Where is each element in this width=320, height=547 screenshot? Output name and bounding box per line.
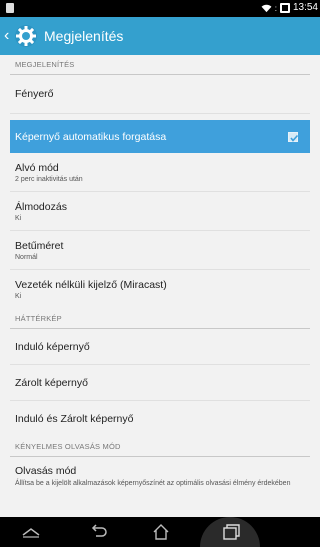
auto-rotate-item[interactable]: Képernyő automatikus forgatása — [10, 120, 310, 153]
status-bar: : 13:54 — [0, 0, 320, 17]
notification-icon — [6, 3, 14, 13]
item-summary: Állítsa be a kijelölt alkalmazások képer… — [15, 480, 291, 487]
item-title: Zárolt képernyő — [15, 376, 88, 389]
hide-keyboard-icon[interactable] — [20, 522, 42, 542]
recent-apps-icon[interactable] — [220, 522, 242, 542]
item-title: Fényerő — [15, 88, 54, 100]
item-title: Induló képernyő — [15, 340, 90, 353]
item-title: Képernyő automatikus forgatása — [15, 130, 167, 143]
action-bar: ‹ Megjelenítés — [0, 17, 320, 55]
settings-gear-icon[interactable] — [14, 24, 38, 48]
item-summary: Ki — [15, 293, 22, 300]
wifi-icon — [261, 4, 272, 12]
back-nav-icon[interactable] — [88, 522, 110, 542]
item-title: Álmodozás — [15, 200, 67, 213]
checkbox-icon[interactable] — [288, 131, 299, 142]
home-lock-screen-item[interactable]: Induló és Zárolt képernyő — [10, 401, 310, 437]
item-title: Betűméret — [15, 239, 64, 252]
signal-separator: : — [274, 3, 277, 13]
item-title: Induló és Zárolt képernyő — [15, 413, 134, 425]
settings-list: MEGJELENÍTÉS Fényerő Képernyő automatiku… — [0, 55, 320, 517]
back-icon[interactable]: ‹ — [4, 17, 12, 55]
item-title: Vezeték nélküli kijelző (Miracast) — [15, 279, 167, 291]
page-title: Megjelenítés — [44, 28, 124, 44]
item-summary: Ki — [15, 214, 22, 222]
lock-screen-item[interactable]: Zárolt képernyő — [10, 365, 310, 401]
home-screen-item[interactable]: Induló képernyő — [10, 329, 310, 365]
daydream-item[interactable]: Álmodozás Ki — [10, 192, 310, 231]
item-title: Alvó mód — [15, 161, 59, 174]
home-icon[interactable] — [150, 522, 172, 542]
reading-mode-item[interactable]: Olvasás mód Állítsa be a kijelölt alkalm… — [10, 457, 310, 488]
clock: 13:54 — [292, 2, 318, 13]
section-header-reading: KÉNYELMES OLVASÁS MÓD — [10, 437, 310, 457]
brightness-item[interactable]: Fényerő — [10, 75, 310, 114]
battery-icon — [279, 3, 290, 13]
item-title: Olvasás mód — [15, 465, 77, 477]
item-summary: 2 perc inaktivitás után — [15, 175, 83, 183]
section-header-wallpaper: HÁTTÉRKÉP — [10, 309, 310, 329]
font-size-item[interactable]: Betűméret Normál — [10, 231, 310, 270]
navigation-bar — [0, 517, 320, 547]
miracast-item[interactable]: Vezeték nélküli kijelző (Miracast) Ki — [10, 270, 310, 309]
sleep-item[interactable]: Alvó mód 2 perc inaktivitás után — [10, 153, 310, 192]
item-summary: Normál — [15, 253, 38, 261]
section-header-display: MEGJELENÍTÉS — [10, 55, 310, 75]
